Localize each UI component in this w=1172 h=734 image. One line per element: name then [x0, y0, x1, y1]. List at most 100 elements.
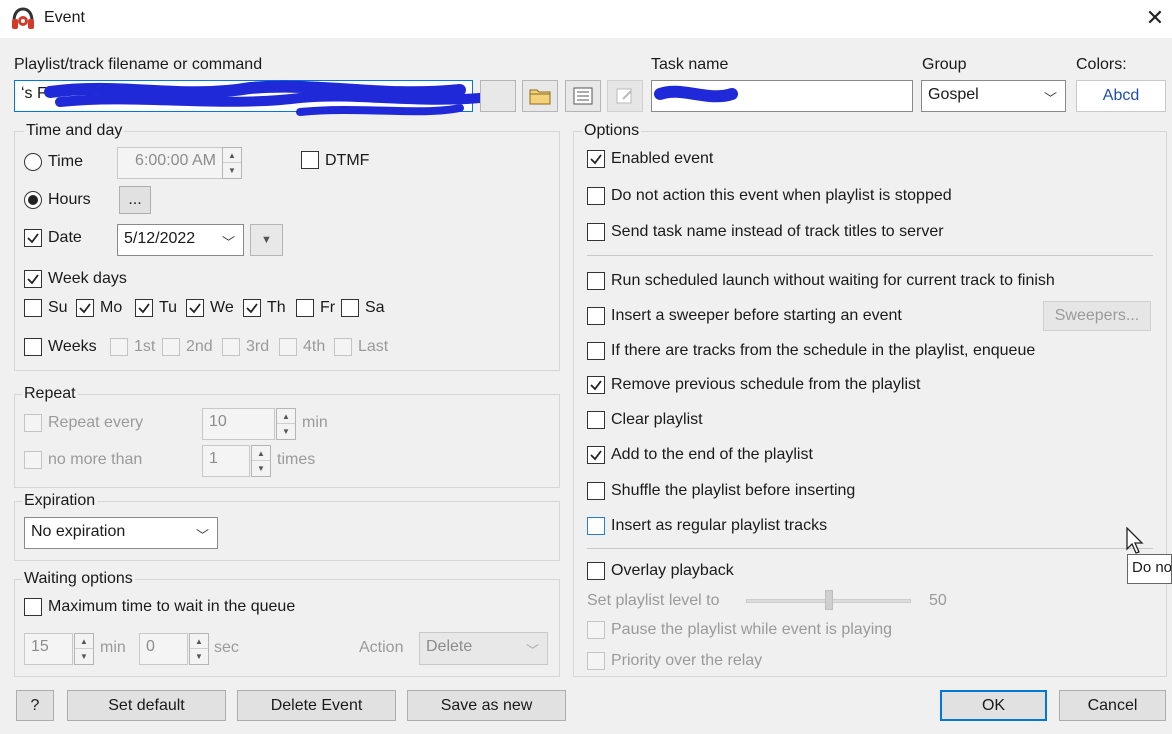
- spin-up-icon[interactable]: ▲: [190, 634, 208, 649]
- action-select[interactable]: Delete ﹀: [419, 632, 548, 665]
- run-without-waiting-checkbox[interactable]: [587, 272, 605, 290]
- weeks-checkbox[interactable]: [24, 338, 42, 356]
- set-default-button[interactable]: Set default: [67, 690, 226, 721]
- insert-sweeper-checkbox[interactable]: [587, 307, 605, 325]
- no-more-than-checkbox[interactable]: [24, 451, 42, 469]
- send-task-name-checkbox[interactable]: [587, 223, 605, 241]
- list-icon: [573, 87, 593, 105]
- time-radio-label: Time: [48, 153, 83, 170]
- time-input[interactable]: 6:00:00 AM: [117, 147, 223, 179]
- expiration-select[interactable]: No expiration ﹀: [24, 517, 218, 549]
- no-more-than-spinner[interactable]: ▲ ▼: [251, 445, 271, 477]
- group-select[interactable]: Gospel ﹀: [921, 80, 1066, 112]
- spin-down-icon[interactable]: ▼: [190, 649, 208, 664]
- no-more-than-input[interactable]: 1: [202, 445, 250, 477]
- week-4th-checkbox[interactable]: [279, 338, 297, 356]
- spin-down-icon[interactable]: ▼: [75, 649, 93, 664]
- week-3rd-checkbox[interactable]: [222, 338, 240, 356]
- dtmf-checkbox[interactable]: [301, 151, 319, 169]
- delete-event-button[interactable]: Delete Event: [237, 690, 396, 721]
- spin-down-icon[interactable]: ▼: [223, 163, 241, 178]
- save-as-new-button[interactable]: Save as new: [407, 690, 566, 721]
- add-to-end-checkbox[interactable]: [587, 446, 605, 464]
- day-su-checkbox[interactable]: [24, 299, 42, 317]
- priority-relay-checkbox[interactable]: [587, 652, 605, 670]
- hours-edit-button[interactable]: ...: [119, 186, 151, 214]
- max-wait-checkbox[interactable]: [24, 598, 42, 616]
- add-to-end-label: Add to the end of the playlist: [611, 446, 813, 463]
- spin-up-icon[interactable]: ▲: [252, 446, 270, 461]
- day-tu-checkbox[interactable]: [135, 299, 153, 317]
- spin-down-icon[interactable]: ▼: [252, 461, 270, 476]
- enabled-event-checkbox[interactable]: [587, 150, 605, 168]
- dropdown-arrow-icon: ▼: [261, 234, 272, 246]
- help-button[interactable]: ?: [16, 690, 54, 721]
- repeat-every-input[interactable]: 10: [202, 408, 275, 440]
- repeat-every-checkbox[interactable]: [24, 414, 42, 432]
- clear-playlist-checkbox[interactable]: [587, 411, 605, 429]
- day-mo-checkbox[interactable]: [76, 299, 94, 317]
- week-1st-checkbox[interactable]: [110, 338, 128, 356]
- spin-up-icon[interactable]: ▲: [223, 148, 241, 163]
- remove-previous-checkbox[interactable]: [587, 376, 605, 394]
- wait-sec-spinner[interactable]: ▲ ▼: [189, 633, 209, 665]
- week-last-label: Last: [358, 338, 389, 355]
- group-value: Gospel: [928, 86, 979, 103]
- date-picker[interactable]: 5/12/2022 ﹀: [117, 224, 244, 256]
- repeat-every-spinner[interactable]: ▲ ▼: [276, 408, 296, 440]
- spin-up-icon[interactable]: ▲: [75, 634, 93, 649]
- expiration-value: No expiration: [31, 523, 126, 540]
- max-wait-label: Maximum time to wait in the queue: [48, 598, 296, 615]
- priority-relay-label: Priority over the relay: [611, 652, 763, 669]
- level-slider-thumb[interactable]: [825, 590, 833, 610]
- spin-up-icon[interactable]: ▲: [277, 409, 295, 424]
- time-value: 6:00:00 AM: [135, 152, 216, 169]
- close-icon[interactable]: ✕: [1140, 4, 1170, 32]
- colors-preview-button[interactable]: Abcd: [1076, 80, 1166, 112]
- options-divider: [587, 255, 1153, 256]
- shuffle-checkbox[interactable]: [587, 482, 605, 500]
- ok-label: OK: [981, 696, 1006, 714]
- browse-folder-button[interactable]: [522, 80, 558, 112]
- task-name-input[interactable]: [651, 80, 913, 112]
- wait-min-input[interactable]: 15: [24, 633, 73, 665]
- edit-button[interactable]: [607, 80, 643, 112]
- day-sa-label: Sa: [365, 299, 385, 316]
- dtmf-label: DTMF: [325, 152, 370, 169]
- group-label: Group: [922, 56, 967, 73]
- insert-regular-checkbox[interactable]: [587, 517, 605, 535]
- play-button[interactable]: [480, 80, 516, 112]
- wait-sec-label: sec: [214, 639, 239, 656]
- date-checkbox[interactable]: [24, 229, 42, 247]
- enqueue-checkbox[interactable]: [587, 342, 605, 360]
- spin-down-icon[interactable]: ▼: [277, 424, 295, 439]
- playlist-filename-input[interactable]: ʻs F: [14, 80, 473, 112]
- weekdays-checkbox[interactable]: [24, 270, 42, 288]
- hours-radio[interactable]: [24, 191, 42, 209]
- day-sa-checkbox[interactable]: [341, 299, 359, 317]
- enqueue-label: If there are tracks from the schedule in…: [611, 342, 1036, 359]
- sweepers-button[interactable]: Sweepers...: [1043, 301, 1151, 331]
- date-menu-button[interactable]: ▼: [250, 224, 283, 256]
- time-radio[interactable]: [24, 153, 42, 171]
- wait-sec-input[interactable]: 0: [139, 633, 188, 665]
- overlay-playback-label: Overlay playback: [611, 562, 734, 579]
- overlay-playback-checkbox[interactable]: [587, 562, 605, 580]
- ok-button[interactable]: OK: [940, 690, 1047, 721]
- day-th-checkbox[interactable]: [243, 299, 261, 317]
- week-4th-label: 4th: [303, 338, 326, 355]
- cancel-button[interactable]: Cancel: [1059, 690, 1166, 721]
- pause-playlist-checkbox[interactable]: [587, 621, 605, 639]
- day-we-checkbox[interactable]: [186, 299, 204, 317]
- list-editor-button[interactable]: [565, 80, 601, 112]
- week-last-checkbox[interactable]: [334, 338, 352, 356]
- week-2nd-checkbox[interactable]: [162, 338, 180, 356]
- time-spinner[interactable]: ▲ ▼: [222, 147, 242, 179]
- day-fr-checkbox[interactable]: [296, 299, 314, 317]
- wait-min-spinner[interactable]: ▲ ▼: [74, 633, 94, 665]
- no-action-stopped-label: Do not action this event when playlist i…: [611, 187, 952, 204]
- enabled-event-label: Enabled event: [611, 150, 714, 167]
- no-action-stopped-checkbox[interactable]: [587, 187, 605, 205]
- play-icon: [493, 91, 503, 101]
- week-3rd-label: 3rd: [246, 338, 270, 355]
